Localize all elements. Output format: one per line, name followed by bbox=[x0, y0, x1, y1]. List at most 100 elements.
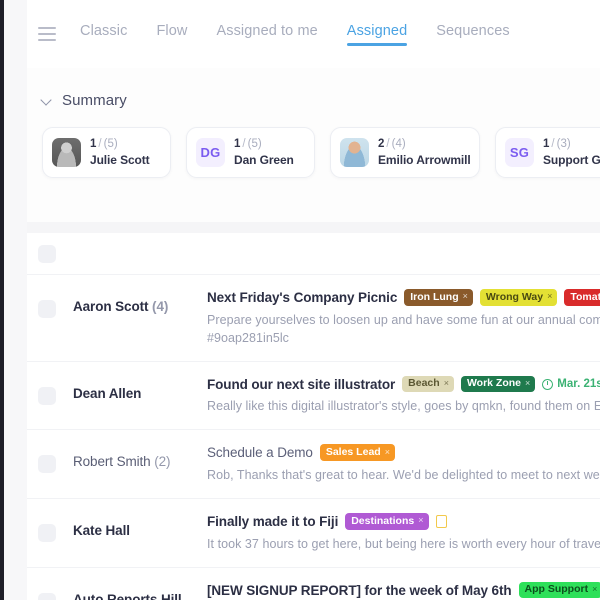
sender-thread-count: (4) bbox=[148, 299, 169, 314]
message-body: Found our next site illustrator Beach × Wor… bbox=[207, 375, 600, 416]
row-checkbox[interactable] bbox=[38, 300, 56, 318]
tag-label: Iron Lung bbox=[410, 290, 459, 303]
summary-card[interactable]: 2/(4) Emilio Arrowmill bbox=[330, 127, 480, 178]
message-preview: Prepare yourselves to loosen up and have… bbox=[207, 311, 600, 347]
message-subject: Schedule a Demo bbox=[207, 445, 313, 461]
tag-chip[interactable]: Iron Lung × bbox=[404, 289, 473, 306]
summary-card-list: 1/(5) Julie Scott DG 1/(5) Dan Green 2/(4) Emi… bbox=[27, 127, 600, 178]
tag-chip[interactable]: Sales Lead × bbox=[319, 444, 395, 462]
sender-thread-count: (2) bbox=[150, 454, 171, 470]
avatar bbox=[52, 138, 81, 167]
row-checkbox[interactable] bbox=[38, 592, 56, 600]
avatar-initials: SG bbox=[505, 138, 534, 167]
due-date-chip[interactable]: Mar. 21st bbox=[542, 378, 600, 390]
sender-name: Dean Allen bbox=[73, 385, 142, 401]
row-checkbox[interactable] bbox=[38, 524, 56, 543]
clock-icon bbox=[542, 378, 554, 390]
tag-remove-icon[interactable]: × bbox=[525, 378, 530, 389]
avatar bbox=[340, 138, 369, 167]
message-subject: [NEW SIGNUP REPORT] for the week of May … bbox=[207, 582, 512, 598]
table-row[interactable]: Kate Hall Finally made it to Fiji Destinat… bbox=[27, 499, 600, 568]
summary-card-name: Support Group bbox=[543, 153, 600, 168]
count-separator: / bbox=[551, 137, 555, 150]
count-current: 1 bbox=[234, 137, 241, 150]
tag-remove-icon[interactable]: × bbox=[444, 378, 449, 389]
preview-line: #9oap281in5lc bbox=[207, 330, 289, 345]
left-gutter bbox=[4, 0, 27, 600]
chevron-down-icon[interactable] bbox=[42, 95, 53, 106]
subject-line: [NEW SIGNUP REPORT] for the week of May … bbox=[207, 581, 600, 599]
tag-remove-icon[interactable]: × bbox=[418, 516, 423, 526]
tab-group: Classic Flow Assigned to me Assigned Sequenc… bbox=[80, 23, 539, 46]
tag-label: Wrong Way bbox=[485, 290, 544, 303]
summary-card-counts: 1/(5) bbox=[90, 138, 150, 151]
message-body: Schedule a Demo Sales Lead × Rob, Thanks th… bbox=[207, 444, 600, 484]
tag-label: Work Zone bbox=[466, 377, 522, 390]
count-total: (3) bbox=[556, 137, 571, 150]
preview-line: It took 37 hours to get here, but being … bbox=[207, 536, 600, 551]
list-header bbox=[27, 233, 600, 275]
summary-card-name: Dan Green bbox=[234, 153, 294, 168]
summary-card-text: 2/(4) Emilio Arrowmill bbox=[378, 138, 471, 168]
tag-chip[interactable]: Work Zone × bbox=[460, 375, 536, 393]
sender-name: Auto Reports Hill bbox=[73, 591, 182, 600]
tag-chip[interactable]: Beach × bbox=[402, 375, 454, 393]
subject-line: Finally made it to Fiji Destinations × bbox=[207, 513, 600, 530]
due-date-label: Mar. 21st bbox=[557, 378, 600, 391]
hamburger-line bbox=[38, 27, 56, 29]
section-divider-band bbox=[27, 222, 600, 233]
count-current: 1 bbox=[90, 137, 97, 150]
summary-card[interactable]: 1/(5) Julie Scott bbox=[42, 127, 171, 178]
tag-chip[interactable]: Tomato× bbox=[564, 289, 600, 306]
tag-remove-icon[interactable]: × bbox=[463, 291, 468, 302]
tab-flow[interactable]: Flow bbox=[156, 23, 187, 46]
note-icon[interactable] bbox=[435, 514, 447, 528]
tag-label: Tomato bbox=[570, 290, 600, 303]
subject-line: Schedule a Demo Sales Lead × bbox=[207, 444, 600, 462]
summary-card[interactable]: SG 1/(3) Support Group bbox=[495, 127, 600, 178]
preview-line: Prepare yourselves to loosen up and have… bbox=[207, 312, 600, 327]
summary-header[interactable]: Summary bbox=[27, 68, 600, 109]
avatar-initials: DG bbox=[196, 138, 225, 167]
tab-assigned-to-me[interactable]: Assigned to me bbox=[216, 23, 317, 46]
tag-remove-icon[interactable]: × bbox=[592, 584, 597, 595]
message-subject: Found our next site illustrator bbox=[207, 376, 396, 392]
hamburger-line bbox=[38, 33, 56, 35]
message-subject: Finally made it to Fiji bbox=[207, 513, 339, 529]
tag-chip[interactable]: Destinations × bbox=[345, 513, 429, 530]
tag-chip[interactable]: App Support × bbox=[518, 581, 600, 599]
message-body: Next Friday's Company Picnic Iron Lung × Wr… bbox=[207, 289, 600, 347]
tab-classic[interactable]: Classic bbox=[80, 23, 127, 46]
message-rows: Aaron Scott (4) Next Friday's Company Pic… bbox=[27, 275, 600, 600]
row-checkbox[interactable] bbox=[38, 386, 56, 405]
table-row[interactable]: Robert Smith (2) Schedule a Demo Sales Lea… bbox=[27, 430, 600, 500]
count-total: (5) bbox=[103, 137, 118, 150]
hamburger-icon[interactable] bbox=[38, 27, 56, 41]
message-preview: Rob, Thanks that's great to hear. We'd b… bbox=[207, 466, 600, 484]
message-preview: Really like this digital illustrator's s… bbox=[207, 397, 600, 415]
sender-name: Robert Smith (2) bbox=[73, 454, 171, 470]
message-subject: Next Friday's Company Picnic bbox=[207, 289, 398, 305]
count-separator: / bbox=[242, 137, 246, 150]
subject-line: Found our next site illustrator Beach × Wor… bbox=[207, 375, 600, 393]
tag-remove-icon[interactable]: × bbox=[547, 291, 552, 302]
count-total: (5) bbox=[247, 137, 262, 150]
tab-sequences[interactable]: Sequences bbox=[436, 23, 509, 46]
tab-assigned[interactable]: Assigned bbox=[346, 23, 408, 46]
summary-card-text: 1/(5) Julie Scott bbox=[90, 138, 150, 168]
summary-card-name: Julie Scott bbox=[90, 153, 150, 168]
row-checkbox[interactable] bbox=[38, 455, 56, 474]
summary-section: Summary 1/(5) Julie Scott DG 1/(5) Dan Green… bbox=[27, 68, 600, 222]
select-all-checkbox[interactable] bbox=[38, 244, 56, 263]
summary-card-counts: 1/(3) bbox=[543, 138, 600, 151]
count-separator: / bbox=[98, 137, 102, 150]
table-row[interactable]: Aaron Scott (4) Next Friday's Company Pic… bbox=[27, 275, 600, 362]
sender-name: Kate Hall bbox=[73, 523, 130, 539]
count-current: 1 bbox=[543, 137, 550, 150]
tag-chip[interactable]: Wrong Way × bbox=[479, 289, 558, 306]
table-row[interactable]: Auto Reports Hill [NEW SIGNUP REPORT] for… bbox=[27, 568, 600, 600]
summary-card[interactable]: DG 1/(5) Dan Green bbox=[186, 127, 315, 178]
tag-remove-icon[interactable]: × bbox=[385, 447, 390, 458]
table-row[interactable]: Dean Allen Found our next site illustrato… bbox=[27, 362, 600, 431]
message-body: Finally made it to Fiji Destinations × It t… bbox=[207, 513, 600, 553]
